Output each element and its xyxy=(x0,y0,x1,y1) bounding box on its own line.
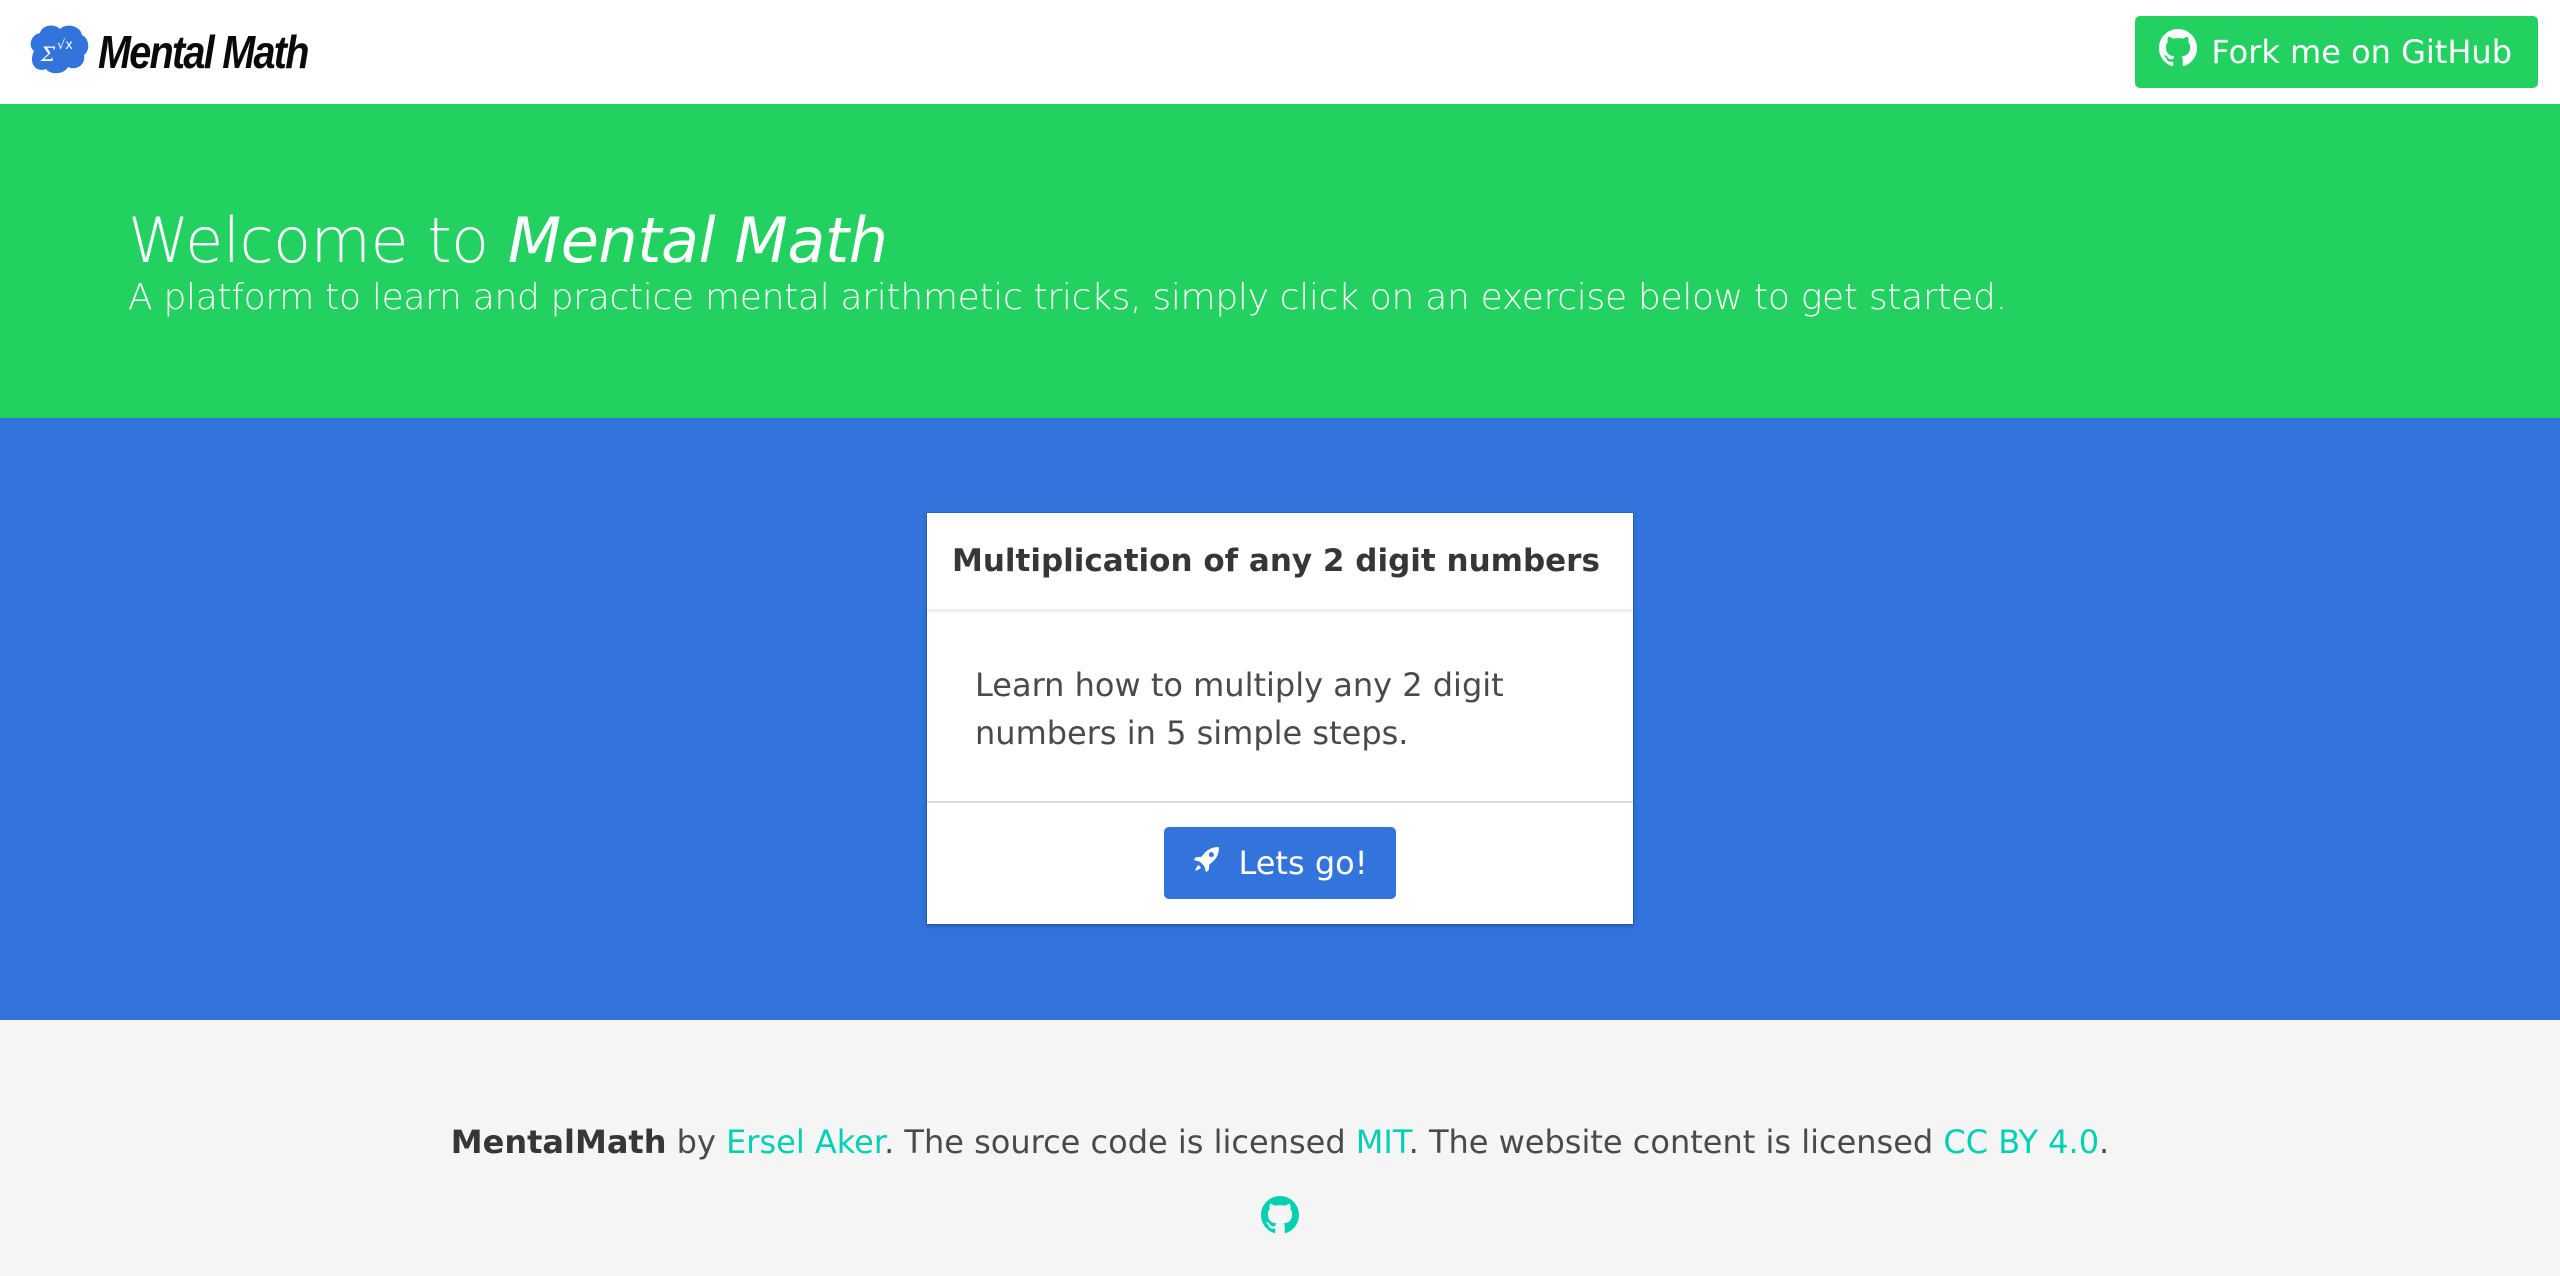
fork-on-github-button[interactable]: Fork me on GitHub xyxy=(2135,16,2538,88)
footer-content-text: . The website content is licensed xyxy=(1408,1123,1944,1161)
fork-on-github-label: Fork me on GitHub xyxy=(2211,33,2512,71)
footer-source-text: . The source code is licensed xyxy=(884,1123,1356,1161)
footer-credits: MentalMath by Ersel Aker. The source cod… xyxy=(0,1118,2560,1166)
github-icon xyxy=(2159,29,2198,75)
svg-text:√x: √x xyxy=(57,38,73,53)
footer-github-link[interactable] xyxy=(1261,1196,1299,1234)
rocket-icon xyxy=(1192,844,1222,882)
footer-project-name: MentalMath xyxy=(450,1123,667,1161)
card-title: Multiplication of any 2 digit numbers xyxy=(952,543,1600,579)
footer-by-text: by xyxy=(666,1123,727,1161)
hero-banner: Welcome to Mental Math A platform to lea… xyxy=(0,104,2560,418)
svg-text:Σ: Σ xyxy=(40,42,56,66)
cc-license-link[interactable]: CC BY 4.0 xyxy=(1943,1123,2099,1161)
author-link[interactable]: Ersel Aker xyxy=(726,1123,884,1161)
lets-go-button[interactable]: Lets go! xyxy=(1164,826,1396,899)
card-description: Learn how to multiply any 2 digit number… xyxy=(927,611,1633,803)
hero-subtitle: A platform to learn and practice mental … xyxy=(128,277,2007,318)
brand-name: Mental Math xyxy=(98,26,309,78)
brain-math-icon: Σ √x xyxy=(24,21,92,83)
exercises-section: Multiplication of any 2 digit numbers Le… xyxy=(0,418,2560,1020)
card-header: Multiplication of any 2 digit numbers xyxy=(927,513,1633,611)
exercise-card: Multiplication of any 2 digit numbers Le… xyxy=(927,513,1633,924)
github-icon xyxy=(1261,1196,1299,1238)
card-description-line: Learn how to multiply any 2 digit xyxy=(975,666,1504,704)
navbar: Σ √x Mental Math Fork me on GitHub xyxy=(0,0,2560,104)
page-footer: MentalMath by Ersel Aker. The source cod… xyxy=(0,1020,2560,1276)
footer-end-text: . xyxy=(2099,1123,2110,1161)
card-description-line: numbers in 5 simple steps. xyxy=(975,714,1409,752)
lets-go-label: Lets go! xyxy=(1238,843,1368,882)
hero-title: Welcome to Mental Math xyxy=(128,204,2432,278)
mit-license-link[interactable]: MIT xyxy=(1356,1123,1409,1161)
brand-home-link[interactable]: Σ √x Mental Math xyxy=(24,21,342,83)
card-footer: Lets go! xyxy=(927,803,1633,922)
hero-title-emphasis: Mental Math xyxy=(507,204,888,277)
hero-title-prefix: Welcome to xyxy=(128,204,508,277)
